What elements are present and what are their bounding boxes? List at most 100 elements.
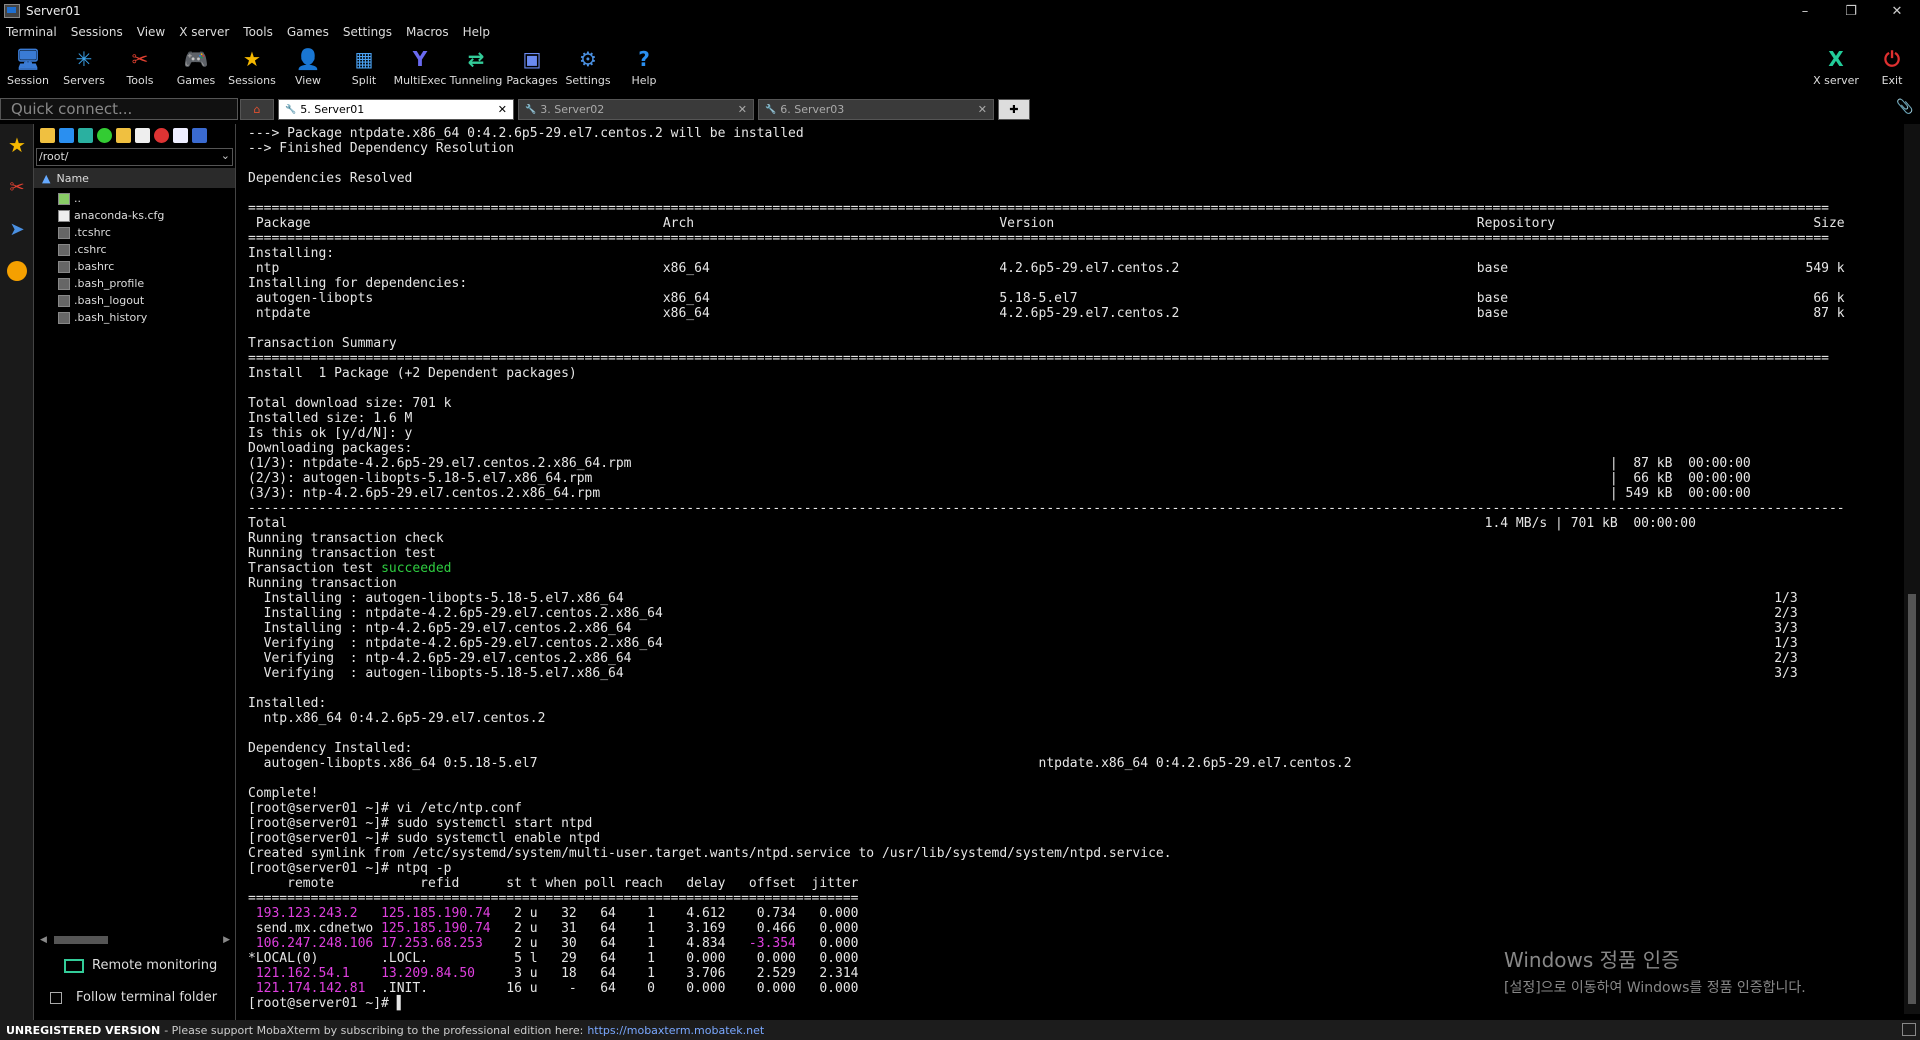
file-row[interactable]: .bash_history [58, 309, 235, 326]
terminal-text: Installed: [248, 696, 327, 711]
file-list-header[interactable]: ▲ Name [34, 168, 235, 188]
menu-tools[interactable]: Tools [243, 25, 273, 39]
upload-icon[interactable] [78, 127, 93, 143]
new-file-icon[interactable] [135, 127, 150, 143]
terminal-line: ========================================… [248, 201, 1902, 216]
path-field[interactable]: /root/ ⌄ [36, 148, 233, 166]
terminal-text: Dependency Installed: [248, 741, 413, 756]
terminal-line: send.mx.cdnetwo 125.185.190.74 2 u 31 64… [248, 921, 1902, 936]
mobatek-link[interactable]: https://mobaxterm.mobatek.net [587, 1024, 764, 1037]
name-column-header: Name [56, 171, 89, 185]
help-button[interactable]: ? Help [616, 42, 672, 92]
new-tab-button[interactable]: ✚ [998, 99, 1030, 120]
menu-settings[interactable]: Settings [343, 25, 392, 39]
maximize-button[interactable]: ❐ [1828, 0, 1874, 22]
menu-x-server[interactable]: X server [179, 25, 229, 39]
tab-server01[interactable]: 🔧 5. Server01 ✕ [278, 99, 514, 120]
sftp-icon[interactable] [0, 250, 34, 292]
terminal-text: Running transaction [248, 576, 397, 591]
terminal-line: Package Arch Version Repository Size [248, 216, 1902, 231]
terminal-text: Transaction test [248, 561, 382, 576]
close-button[interactable]: ✕ [1874, 0, 1920, 22]
send-icon[interactable]: ➤ [0, 208, 34, 250]
file-name: .bash_logout [74, 294, 145, 307]
tunneling-button[interactable]: ⇄ Tunneling [448, 42, 504, 92]
scroll-right-icon[interactable]: ▶ [223, 935, 230, 945]
download-icon[interactable] [59, 127, 74, 143]
tab-server02[interactable]: 🔧 3. Server02 ✕ [518, 99, 754, 120]
menu-view[interactable]: View [137, 25, 165, 39]
close-tab-icon[interactable]: ✕ [978, 103, 987, 116]
remote-monitoring-button[interactable]: Remote monitoring [64, 958, 217, 973]
tools-button[interactable]: ✂ Tools [112, 42, 168, 92]
multiexec-icon: Y [412, 47, 428, 71]
home-tab[interactable]: ⌂ [240, 99, 274, 120]
horizontal-scrollbar[interactable]: ◀ ▶ [40, 934, 230, 946]
terminal-text: (1/3): ntpdate-4.2.6p5-29.el7.centos.2.x… [248, 456, 1751, 471]
toolbar-label: X server [1813, 74, 1859, 87]
menu-sessions[interactable]: Sessions [71, 25, 123, 39]
sessions-star-icon[interactable]: ★ [0, 124, 34, 166]
vertical-scrollbar[interactable] [1904, 124, 1920, 1014]
menu-terminal[interactable]: Terminal [6, 25, 57, 39]
follow-terminal-folder-checkbox[interactable]: Follow terminal folder [50, 990, 217, 1005]
folder-up-icon[interactable] [40, 127, 55, 143]
terminal-text: ntpdate x86_64 4.2.6p5-29.el7.centos.2 b… [248, 306, 1845, 321]
file-row[interactable]: .. [58, 190, 235, 207]
multiexec-button[interactable]: Y MultiExec [392, 42, 448, 92]
packages-button[interactable]: ▣ Packages [504, 42, 560, 92]
games-button[interactable]: 🎮 Games [168, 42, 224, 92]
terminal-icon[interactable] [192, 127, 207, 143]
file-row[interactable]: .bash_profile [58, 275, 235, 292]
rename-icon[interactable] [173, 127, 188, 143]
scroll-left-icon[interactable]: ◀ [40, 935, 47, 945]
terminal-text: 121.162.54.1 [255, 966, 350, 981]
attachment-icon[interactable]: 📎 [1896, 99, 1913, 117]
terminal-text: autogen-libopts x86_64 5.18-5.el7 base 6 [248, 291, 1845, 306]
file-row[interactable]: .bash_logout [58, 292, 235, 309]
file-toolbar [34, 124, 235, 146]
split-button[interactable]: ▦ Split [336, 42, 392, 92]
menu-games[interactable]: Games [287, 25, 329, 39]
refresh-icon[interactable] [97, 127, 112, 143]
file-row[interactable]: .bashrc [58, 258, 235, 275]
tools-icon[interactable]: ✂ [0, 166, 34, 208]
toolbar-label: Tunneling [449, 74, 503, 87]
tab-server03[interactable]: 🔧 6. Server03 ✕ [758, 99, 994, 120]
file-row[interactable]: .cshrc [58, 241, 235, 258]
terminal-line: ntpdate x86_64 4.2.6p5-29.el7.centos.2 b… [248, 306, 1902, 321]
terminal-output[interactable]: ---> Package ntpdate.x86_64 0:4.2.6p5-29… [242, 124, 1902, 1014]
terminal-text: 17.253.68.253 [381, 936, 483, 951]
session-button[interactable]: 🖥 Session [0, 42, 56, 92]
scroll-thumb[interactable] [1908, 594, 1916, 1004]
terminal-line: --> Finished Dependency Resolution [248, 141, 1902, 156]
view-button[interactable]: 👤 View [280, 42, 336, 92]
x-server-button[interactable]: X X server [1808, 42, 1864, 92]
app-icon [4, 4, 20, 18]
file-row[interactable]: anaconda-ks.cfg [58, 207, 235, 224]
minimize-button[interactable]: – [1782, 0, 1828, 22]
new-folder-icon[interactable] [116, 127, 131, 143]
menu-help[interactable]: Help [463, 25, 490, 39]
follow-terminal-folder-label: Follow terminal folder [76, 990, 218, 1005]
terminal-text: succeeded [381, 561, 452, 576]
settings-button[interactable]: ⚙ Settings [560, 42, 616, 92]
close-tab-icon[interactable]: ✕ [498, 103, 507, 116]
scroll-thumb[interactable] [54, 936, 108, 944]
terminal-line: Running transaction [248, 576, 1902, 591]
exit-button[interactable]: ⏻ Exit [1864, 42, 1920, 92]
toolbar-label: Servers [63, 74, 105, 87]
terminal-line: Total download size: 701 k [248, 396, 1902, 411]
quick-connect-input[interactable]: Quick connect... [0, 98, 238, 120]
sessions-button[interactable]: ★ Sessions [224, 42, 280, 92]
servers-button[interactable]: ✳ Servers [56, 42, 112, 92]
terminal-text: 3 u 18 64 1 3.706 2.529 2.314 [474, 966, 859, 981]
close-tab-icon[interactable]: ✕ [738, 103, 747, 116]
chevron-down-icon[interactable]: ⌄ [221, 149, 230, 162]
file-row[interactable]: .tcshrc [58, 224, 235, 241]
sidebar-icon-strip: ★ ✂ ➤ [0, 124, 34, 1020]
menu-macros[interactable]: Macros [406, 25, 449, 39]
delete-icon[interactable] [154, 127, 169, 143]
resize-grip-icon[interactable] [1902, 1023, 1916, 1036]
